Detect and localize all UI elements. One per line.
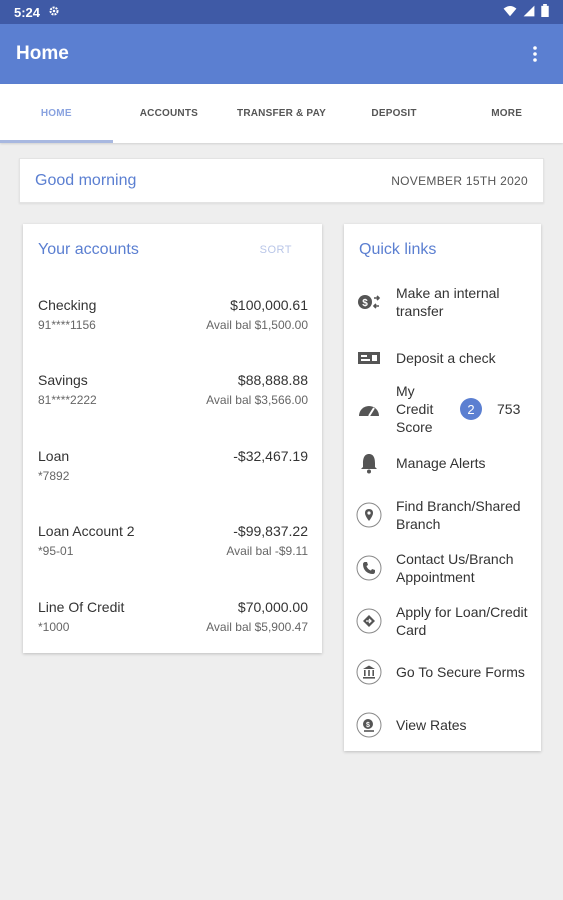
status-bar: 5:24	[0, 0, 563, 24]
quick-link-contact-us[interactable]: Contact Us/Branch Appointment	[356, 550, 541, 586]
quick-link-label: My Credit Score	[396, 383, 434, 435]
quick-link-label: Manage Alerts	[396, 455, 486, 471]
account-balance: $100,000.61	[230, 297, 308, 313]
overflow-menu-icon[interactable]	[523, 42, 547, 66]
greeting-card: Good morning NOVEMBER 15TH 2020	[19, 158, 544, 203]
account-number: *1000	[38, 620, 70, 634]
quick-link-find-branch[interactable]: Find Branch/Shared Branch	[356, 497, 541, 533]
account-available-balance: Avail bal -$9.11	[226, 544, 308, 558]
apply-icon	[356, 608, 382, 634]
accounts-title: Your accounts	[38, 241, 139, 258]
settings-gear-icon	[48, 5, 60, 20]
account-balance: $70,000.00	[237, 599, 308, 615]
tab-home[interactable]: HOME	[0, 84, 113, 143]
account-number: 91****1156	[38, 318, 96, 332]
account-balance: -$99,837.22	[233, 523, 308, 539]
quick-link-credit-score[interactable]: My Credit Score 2 753	[356, 382, 541, 436]
account-available-balance: Avail bal $1,500.00	[206, 318, 308, 332]
account-number: *7892	[38, 469, 70, 483]
status-time: 5:24	[14, 4, 41, 20]
svg-text:$: $	[362, 298, 368, 309]
bell-icon	[356, 450, 382, 476]
tab-accounts[interactable]: ACCOUNTS	[113, 84, 226, 143]
tab-deposit[interactable]: DEPOSIT	[338, 84, 451, 143]
transfer-icon: $	[356, 289, 382, 315]
account-row[interactable]: Line Of Credit *1000 $70,000.00 Avail ba…	[38, 599, 308, 639]
quick-link-secure-forms[interactable]: Go To Secure Forms	[356, 659, 541, 685]
tab-more[interactable]: MORE	[450, 84, 563, 143]
quick-link-label: Deposit a check	[396, 350, 496, 366]
credit-score-badge: 2	[460, 398, 482, 420]
account-row[interactable]: Loan Account 2 *95-01 -$99,837.22 Avail …	[38, 523, 308, 563]
account-name: Checking	[38, 297, 97, 313]
tab-transfer-pay[interactable]: TRANSFER & PAY	[225, 84, 338, 143]
svg-text:$: $	[366, 722, 370, 729]
account-row[interactable]: Loan *7892 -$32,467.19	[38, 448, 308, 488]
quick-link-internal-transfer[interactable]: $ Make an internal transfer	[356, 284, 541, 320]
credit-score-value: 753	[497, 401, 521, 417]
wifi-icon	[503, 5, 517, 20]
account-balance: $88,888.88	[237, 372, 308, 388]
tab-bar: HOME ACCOUNTS TRANSFER & PAY DEPOSIT MOR…	[0, 84, 563, 143]
quick-link-manage-alerts[interactable]: Manage Alerts	[356, 450, 541, 476]
quick-link-label: View Rates	[396, 717, 467, 733]
battery-icon	[541, 4, 549, 20]
account-name: Loan	[38, 448, 70, 464]
rates-icon: $	[356, 712, 382, 738]
account-name: Line Of Credit	[38, 599, 125, 615]
signal-icon	[523, 5, 535, 20]
account-available-balance: Avail bal $3,566.00	[206, 393, 308, 407]
quick-link-label: Find Branch/Shared Branch	[396, 498, 521, 532]
app-bar: Home	[0, 24, 563, 84]
account-number: *95-01	[38, 544, 74, 558]
phone-icon	[356, 555, 382, 581]
quick-link-label: Apply for Loan/Credit Card	[396, 604, 528, 638]
quick-links-card: Quick links $ Make an internal transfer …	[344, 224, 541, 751]
quick-link-view-rates[interactable]: $ View Rates	[356, 712, 541, 738]
quick-links-title: Quick links	[359, 241, 437, 258]
quick-link-apply-loan[interactable]: Apply for Loan/Credit Card	[356, 603, 541, 639]
account-row[interactable]: Savings 81****2222 $88,888.88 Avail bal …	[38, 372, 308, 412]
sort-button[interactable]: SORT	[260, 244, 292, 256]
account-name: Loan Account 2	[38, 523, 135, 539]
quick-link-deposit-check[interactable]: Deposit a check	[356, 345, 541, 371]
location-icon	[356, 502, 382, 528]
accounts-card: Your accounts SORT Checking 91****1156 $…	[23, 224, 322, 653]
account-number: 81****2222	[38, 393, 97, 407]
quick-link-label: Contact Us/Branch Appointment	[396, 551, 514, 585]
gauge-icon	[356, 396, 382, 422]
check-icon	[356, 345, 382, 371]
greeting-text: Good morning	[35, 171, 137, 189]
quick-link-label: Make an internal transfer	[396, 285, 500, 319]
account-name: Savings	[38, 372, 88, 388]
account-balance: -$32,467.19	[233, 448, 308, 464]
bank-icon	[356, 659, 382, 685]
page-title: Home	[16, 43, 69, 64]
account-available-balance: Avail bal $5,900.47	[206, 620, 308, 634]
quick-link-label: Go To Secure Forms	[396, 664, 525, 680]
greeting-date: NOVEMBER 15TH 2020	[391, 173, 528, 188]
account-row[interactable]: Checking 91****1156 $100,000.61 Avail ba…	[38, 297, 308, 337]
